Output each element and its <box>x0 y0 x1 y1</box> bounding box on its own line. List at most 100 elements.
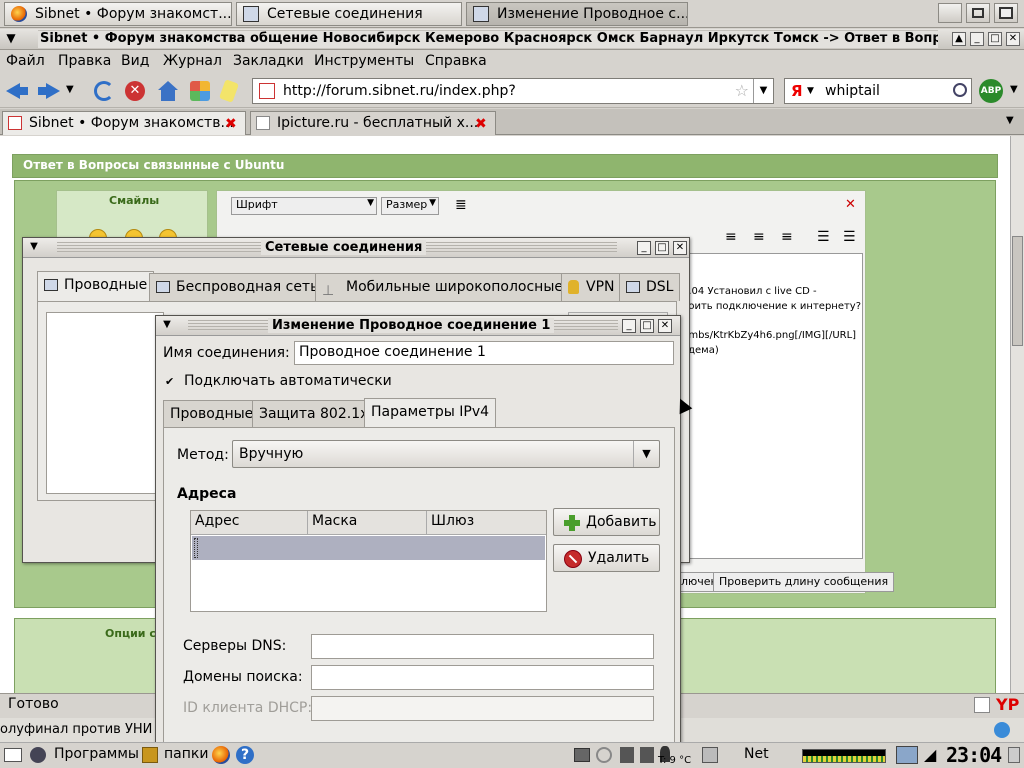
maximize-icon[interactable]: □ <box>655 241 669 255</box>
align-center-icon[interactable]: ≡ <box>753 229 765 245</box>
auto-connect-checkbox[interactable]: ✔ <box>165 375 174 388</box>
clock-applet-icon[interactable] <box>596 747 612 763</box>
tab-wired-settings[interactable]: Проводные <box>163 400 261 428</box>
menu-view[interactable]: Вид <box>121 53 149 69</box>
gear-icon[interactable] <box>30 747 46 763</box>
connections-list[interactable] <box>46 312 164 494</box>
search-domains-input[interactable] <box>311 665 654 690</box>
window-menu-icon[interactable]: ▼ <box>27 241 41 255</box>
network-manager-icon[interactable] <box>896 746 918 764</box>
forward-icon[interactable] <box>38 81 60 101</box>
scrollbar-thumb[interactable] <box>1012 236 1023 346</box>
tab-vpn[interactable]: VPN <box>561 273 622 301</box>
star-icon[interactable]: ☆ <box>735 81 749 100</box>
table-row[interactable] <box>192 536 545 560</box>
search-icon[interactable] <box>953 83 967 97</box>
globe-icon[interactable] <box>994 722 1010 738</box>
updates-icon[interactable] <box>640 747 654 763</box>
close-editor-icon[interactable]: ✕ <box>845 197 856 212</box>
browser-tab-ipicture[interactable]: Ipicture.ru - бесплатный х... ✖ <box>250 111 496 135</box>
minimize-icon[interactable]: _ <box>970 32 984 46</box>
bullet-list-icon[interactable]: ☰ <box>843 229 856 245</box>
tab-wired[interactable]: Проводные <box>37 271 155 301</box>
menu-tools[interactable]: Инструменты <box>314 53 414 69</box>
window-tab-network[interactable]: Сетевые соединения <box>236 2 462 26</box>
check-length-button[interactable]: Проверить длину сообщения <box>713 572 895 592</box>
add-button[interactable]: Добавить <box>553 508 660 536</box>
search-bar[interactable]: Я ▼ whiptail <box>784 78 972 104</box>
indent-icon[interactable]: ≣ <box>455 197 467 213</box>
size-select[interactable]: Размер ▼ <box>381 197 439 215</box>
tab-wireless[interactable]: Беспроводная сеть <box>149 273 326 301</box>
battery-icon[interactable] <box>620 747 634 763</box>
font-select[interactable]: Шрифт ▼ <box>231 197 377 215</box>
toolbar-overflow-icon[interactable]: ▼ <box>1010 84 1018 95</box>
close-tab-icon[interactable]: ✖ <box>475 117 489 131</box>
addresses-table[interactable]: Адрес Маска Шлюз <box>190 510 547 612</box>
yandex-icon[interactable]: Я <box>791 82 803 100</box>
close-tab-icon[interactable]: ✖ <box>225 117 239 131</box>
window-tab-forum[interactable]: Sibnet • Форум знакомст... <box>4 2 232 26</box>
printer-icon[interactable] <box>702 747 718 763</box>
status-page-icon[interactable] <box>974 697 990 713</box>
history-dropdown-icon[interactable]: ▼ <box>66 84 80 104</box>
menu-bookmarks[interactable]: Закладки <box>233 53 304 69</box>
align-left-icon[interactable]: ≡ <box>725 229 737 245</box>
home-icon[interactable] <box>158 81 178 101</box>
method-select[interactable]: Вручную ▼ <box>232 440 660 468</box>
window-menu-icon[interactable]: ▼ <box>160 319 174 333</box>
menu-file[interactable]: Файл <box>6 53 45 69</box>
delete-button[interactable]: Удалить <box>553 544 660 572</box>
browser-tab-forum[interactable]: Sibnet • Форум знакомств... ✖ <box>2 111 246 135</box>
close-all-icon[interactable] <box>994 3 1018 23</box>
url-bar[interactable]: http://forum.sibnet.ru/index.php? ☆ ▼ <box>252 78 774 104</box>
restore-icon[interactable] <box>966 3 990 23</box>
trash-icon[interactable] <box>1008 747 1020 763</box>
folders-menu[interactable]: папки <box>164 746 208 762</box>
menu-help[interactable]: Справка <box>425 53 487 69</box>
maximize-icon[interactable]: □ <box>988 32 1002 46</box>
minimize-icon[interactable]: _ <box>637 241 651 255</box>
window-menu-icon[interactable]: ▼ <box>4 32 18 46</box>
minimize-all-icon[interactable] <box>938 3 962 23</box>
engine-dropdown-icon[interactable]: ▼ <box>807 86 814 96</box>
numbered-list-icon[interactable]: ☰ <box>817 229 830 245</box>
close-icon[interactable]: ✕ <box>1006 32 1020 46</box>
programs-menu[interactable]: Программы <box>54 746 139 762</box>
bookmark-tag-icon[interactable] <box>219 79 239 103</box>
stop-icon[interactable]: ✕ <box>125 81 145 101</box>
adblock-icon[interactable]: ABP <box>979 79 1003 103</box>
show-desktop-icon[interactable] <box>4 748 22 762</box>
monitor-icon[interactable] <box>574 748 590 762</box>
folder-icon[interactable] <box>142 747 158 763</box>
volume-icon[interactable]: ◢ <box>924 745 936 764</box>
status-badge[interactable]: YP <box>996 695 1019 714</box>
minimize-icon[interactable]: _ <box>622 319 636 333</box>
page-scrollbar[interactable] <box>1010 136 1024 693</box>
menu-history[interactable]: Журнал <box>163 53 222 69</box>
column-mask[interactable]: Маска <box>308 511 427 534</box>
column-address[interactable]: Адрес <box>191 511 308 534</box>
tab-list-icon[interactable]: ▼ <box>1006 115 1014 126</box>
column-gateway[interactable]: Шлюз <box>427 511 546 534</box>
dns-input[interactable] <box>311 634 654 659</box>
search-input[interactable]: whiptail <box>825 83 880 99</box>
clock[interactable]: 23:04 <box>946 743 1002 767</box>
close-icon[interactable]: ✕ <box>673 241 687 255</box>
firefox-launcher-icon[interactable] <box>212 746 230 764</box>
maximize-icon[interactable]: □ <box>640 319 654 333</box>
help-icon[interactable]: ? <box>236 746 254 764</box>
tab-8021x[interactable]: Защита 802.1x <box>252 400 376 428</box>
close-icon[interactable]: ✕ <box>658 319 672 333</box>
shade-icon[interactable]: ▲ <box>952 32 966 46</box>
connection-name-input[interactable]: Проводное соединение 1 <box>294 341 674 365</box>
back-icon[interactable] <box>6 81 28 101</box>
tab-ipv4[interactable]: Параметры IPv4 <box>364 398 497 428</box>
tab-mobile-broadband[interactable]: ⊥ Мобильные широкополосные <box>315 273 570 301</box>
reload-icon[interactable] <box>94 81 114 101</box>
window-tab-edit[interactable]: Изменение Проводное с... <box>466 2 688 26</box>
url-dropdown-icon[interactable]: ▼ <box>753 79 773 103</box>
tab-dsl[interactable]: DSL <box>619 273 681 301</box>
align-right-icon[interactable]: ≡ <box>781 229 793 245</box>
menu-edit[interactable]: Правка <box>58 53 111 69</box>
